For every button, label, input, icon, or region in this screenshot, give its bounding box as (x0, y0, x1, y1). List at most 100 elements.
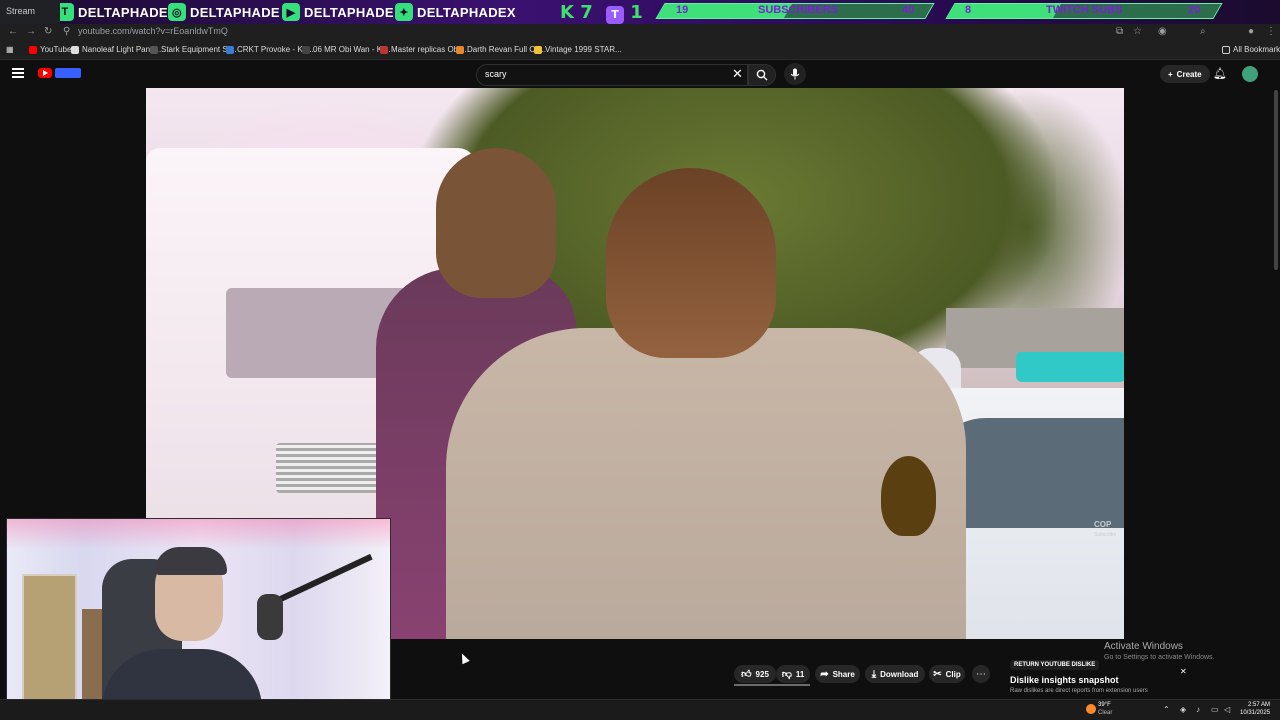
bookmark-item[interactable]: Nanoleaf Light Pane... (71, 45, 161, 54)
share-button[interactable]: ➦ Share (815, 665, 860, 683)
nanoleaf-favicon-icon (71, 45, 79, 54)
profile-icon[interactable]: ● (1248, 26, 1254, 37)
webcam-overlay (6, 518, 391, 720)
url-field[interactable]: youtube.com/watch?v=rEoanldwTmQ (78, 26, 228, 36)
tray-app-icon[interactable]: ◈ (1180, 705, 1186, 714)
social-youtube: ▶ DELTAPHADE (282, 3, 394, 21)
microphone-icon (790, 68, 800, 80)
social-handle: DELTAPHADE (190, 4, 280, 20)
twitter-icon: ✦ (395, 3, 413, 21)
subscribers-goal-target: 40 (902, 4, 915, 16)
subscribers-goal-current: 19 (676, 4, 689, 16)
all-bookmarks[interactable]: All Bookmarks (1222, 45, 1280, 54)
clock-time[interactable]: 2:57 AM (1248, 702, 1270, 708)
youtube-header: scary ✕ + Create 🔔︎ (0, 60, 1280, 88)
download-label: Download (880, 669, 919, 679)
dislike-button[interactable]: 👎︎ 11 (776, 665, 810, 683)
bookmark-item[interactable]: Master replicas Obi... (380, 45, 467, 54)
twitch-subs-goal-label: TWITCH SUBS (1046, 4, 1123, 16)
all-bookmarks-label: All Bookmarks (1233, 45, 1280, 54)
youtube-logo-icon[interactable] (38, 68, 52, 78)
thumbs-down-icon: 👎︎ (781, 669, 792, 680)
dislike-count: 11 (795, 669, 805, 679)
more-actions-icon[interactable]: ⋯ (972, 665, 990, 683)
tray-mic-icon[interactable]: ♪ (1196, 705, 1200, 714)
share-page-icon[interactable]: ⧉ (1116, 26, 1123, 37)
create-button[interactable]: + Create (1160, 65, 1210, 83)
twitch-icon: T (606, 5, 624, 24)
video-scene-officer-head (606, 168, 776, 358)
video-scene-grill (276, 443, 386, 493)
globe-favicon-icon (302, 45, 310, 54)
create-label: Create (1176, 69, 1202, 79)
thumbs-up-icon: 👍︎ (741, 669, 752, 680)
close-icon[interactable]: ✕ (1180, 667, 1187, 676)
search-icon (756, 69, 768, 81)
social-twitch: T DELTAPHADE (56, 3, 168, 21)
bookmark-label: 06 MR Obi Wan - Ki... (313, 45, 391, 54)
apps-icon[interactable]: ▦ (6, 45, 14, 54)
zoom-icon[interactable]: ⌕ (1200, 26, 1206, 37)
tray-network-icon[interactable]: ▭ (1211, 705, 1219, 714)
subscribers-goal-label: SUBSCRIBERS (758, 4, 839, 16)
twitch-count: 1 (630, 2, 643, 23)
reload-icon[interactable]: ↻ (44, 26, 52, 37)
social-instagram: ◎ DELTAPHADE (168, 3, 280, 21)
channel-watermark[interactable]: COP (1094, 520, 1111, 529)
notifications-bell-icon[interactable]: 🔔︎ (1213, 67, 1227, 80)
twitch-counter: T 1 (606, 2, 643, 24)
bookmark-item[interactable]: 06 MR Obi Wan - Ki... (302, 45, 391, 54)
crkt-favicon-icon (226, 45, 234, 54)
bookmark-item[interactable]: YouTube (29, 45, 71, 54)
video-scene-badge-patch (881, 456, 936, 536)
instagram-icon: ◎ (168, 3, 186, 21)
site-info-icon[interactable]: ⚲ (63, 26, 70, 37)
address-bar: ← → ↻ ⚲ youtube.com/watch?v=rEoanldwTmQ … (0, 24, 1280, 40)
activate-windows-title: Activate Windows (1104, 641, 1183, 652)
bookmark-item[interactable]: Vintage 1999 STAR... (534, 45, 622, 54)
menu-kebab-icon[interactable]: ⋮ (1266, 26, 1276, 37)
page-scrollbar[interactable] (1272, 88, 1280, 699)
bookmark-item[interactable]: Stark Equipment St... (150, 45, 237, 54)
webcam-led-glow (7, 519, 390, 549)
tray-volume-icon[interactable]: ◁ (1224, 705, 1230, 714)
youtube-icon: ▶ (282, 3, 300, 21)
search-button[interactable] (748, 64, 776, 86)
scissors-icon: ✂ (933, 668, 942, 680)
search-query[interactable]: scary (485, 69, 507, 79)
browser-tab[interactable]: Stream (0, 0, 60, 24)
search-input[interactable] (476, 64, 748, 86)
clock-date[interactable]: 10/31/2025 (1240, 710, 1270, 716)
bookmark-star-icon[interactable]: ☆ (1133, 26, 1142, 37)
plus-icon: + (1168, 69, 1173, 79)
hamburger-menu-icon[interactable] (12, 68, 24, 78)
twitch-subs-goal-current: 8 (965, 4, 972, 16)
clip-label: Clip (945, 669, 961, 679)
stark-favicon-icon (150, 45, 158, 54)
voice-search-button[interactable] (784, 63, 806, 85)
youtube-wordmark[interactable] (55, 68, 81, 78)
ryd-title: Dislike insights snapshot (1010, 675, 1119, 685)
social-handle: DELTAPHADE (78, 4, 168, 20)
back-icon[interactable]: ← (8, 26, 18, 37)
social-handle: DELTAPHADEX (417, 4, 516, 20)
activate-windows-subtitle: Go to Settings to activate Windows. (1104, 654, 1215, 661)
kick-count: 7 (580, 2, 593, 23)
account-avatar[interactable] (1242, 66, 1258, 82)
forward-icon[interactable]: → (26, 26, 36, 37)
share-label: Share (832, 669, 855, 679)
download-button[interactable]: ⤓ Download (865, 665, 925, 683)
tray-chevron-icon[interactable]: ⌃ (1163, 705, 1170, 714)
clear-search-icon[interactable]: ✕ (732, 66, 743, 82)
like-button[interactable]: 👍︎ 925 (734, 665, 776, 683)
scrollbar-thumb[interactable] (1274, 90, 1278, 270)
weather-temperature[interactable]: 39°F (1098, 702, 1111, 708)
like-ratio-bar (734, 684, 810, 686)
extension-icon[interactable]: ◉ (1158, 26, 1167, 37)
weather-description: Clear (1098, 710, 1113, 716)
bookmark-item[interactable]: Darth Revan Full Co... (456, 45, 546, 54)
youtube-favicon-icon (29, 45, 37, 54)
social-twitter: ✦ DELTAPHADEX (395, 3, 516, 21)
clip-button[interactable]: ✂ Clip (929, 665, 965, 683)
weather-sun-icon (1086, 704, 1096, 714)
